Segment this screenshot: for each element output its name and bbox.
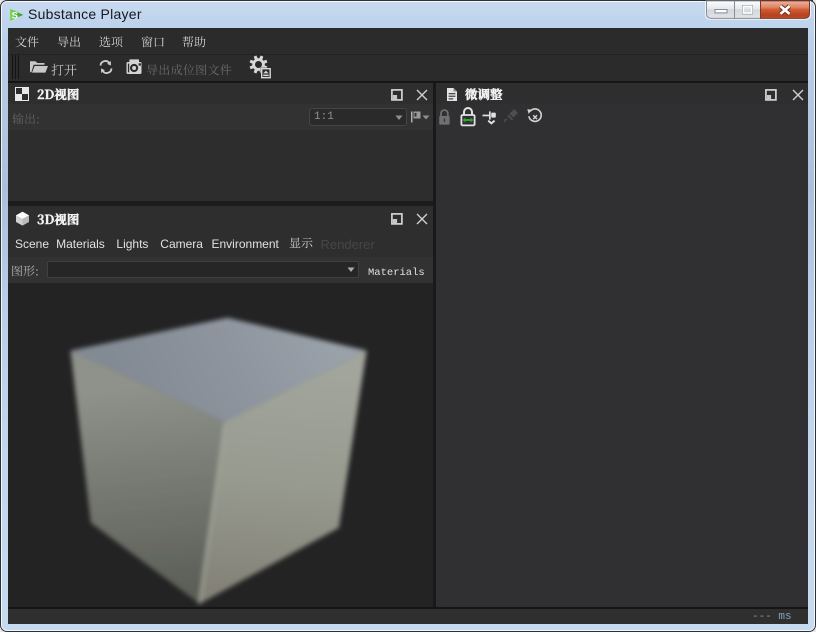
svg-text:S: S — [12, 11, 18, 22]
